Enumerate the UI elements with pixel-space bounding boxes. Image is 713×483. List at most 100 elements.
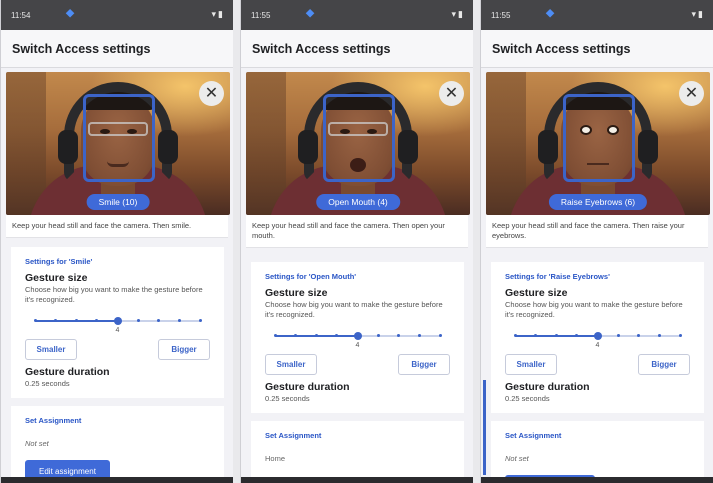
- gesture-size-slider[interactable]: 4: [273, 328, 442, 349]
- navigation-bar: [1, 477, 233, 483]
- gesture-chip: Open Mouth (4): [316, 194, 400, 210]
- section-divider: [491, 413, 704, 422]
- gesture-size-label: Gesture size: [265, 287, 328, 299]
- smaller-button[interactable]: Smaller: [25, 338, 77, 360]
- settings-heading: Settings for 'Open Mouth': [265, 272, 357, 281]
- gesture-duration-label: Gesture duration: [505, 380, 590, 393]
- slider-tick: [376, 333, 380, 337]
- slider-value: 4: [355, 341, 360, 349]
- slider-tick: [513, 333, 517, 337]
- slider-tick: [534, 333, 538, 337]
- slider-tick: [74, 318, 78, 322]
- assignment-value: Home: [265, 454, 286, 464]
- gesture-settings-card: Settings for 'Smile' Gesture size Choose…: [11, 247, 224, 483]
- phone-screen-open-mouth: 11:55 ⯁ ▾▮ Switch Access settings ✕ Open…: [240, 0, 473, 483]
- page-title: Switch Access settings: [1, 30, 233, 68]
- gesture-size-slider[interactable]: 4: [33, 313, 202, 334]
- switch-access-icon: ⯁: [305, 7, 315, 21]
- smaller-button[interactable]: Smaller: [505, 353, 557, 375]
- phone-screen-smile: 11:54 ⯁ ▾▮ Switch Access settings ✕ Smil…: [0, 0, 233, 483]
- status-bar: 11:54 ⯁ ▾▮: [1, 0, 233, 30]
- switch-access-icon: ⯁: [545, 7, 555, 21]
- gesture-chip: Raise Eyebrows (6): [548, 194, 648, 210]
- slider-tick: [616, 333, 620, 337]
- camera-preview: ✕ Raise Eyebrows (6): [486, 72, 710, 215]
- gesture-settings-card: Settings for 'Raise Eyebrows' Gesture si…: [491, 262, 704, 483]
- smaller-button[interactable]: Smaller: [265, 353, 317, 375]
- gesture-size-label: Gesture size: [505, 287, 568, 299]
- section-divider: [11, 398, 224, 407]
- bigger-button[interactable]: Bigger: [158, 338, 210, 360]
- gesture-duration-value: 0.25 seconds: [265, 393, 310, 403]
- slider-tick: [157, 318, 161, 322]
- status-time: 11:55: [491, 10, 511, 20]
- slider-tick: [177, 318, 181, 322]
- slider-tick: [116, 318, 119, 322]
- gesture-size-description: Choose how big you want to make the gest…: [25, 285, 203, 304]
- slider-value: 4: [595, 341, 600, 349]
- wifi-battery-icon: ▾▮: [451, 9, 465, 19]
- gesture-settings-card: Settings for 'Open Mouth' Gesture size C…: [251, 262, 464, 483]
- slider-tick: [33, 318, 37, 322]
- gesture-size-label: Gesture size: [25, 272, 88, 284]
- assignment-heading: Set Assignment: [265, 431, 322, 441]
- instruction-text: Keep your head still and face the camera…: [486, 215, 708, 249]
- switch-access-icon: ⯁: [65, 7, 75, 21]
- camera-preview: ✕ Open Mouth (4): [246, 72, 470, 215]
- gesture-size-description: Choose how big you want to make the gest…: [505, 300, 683, 319]
- slider-tick: [417, 333, 421, 337]
- assignment-heading: Set Assignment: [25, 416, 82, 426]
- camera-preview: ✕ Smile (10): [6, 72, 230, 215]
- settings-heading: Settings for 'Raise Eyebrows': [505, 272, 610, 281]
- gesture-chip: Smile (10): [86, 194, 150, 210]
- close-icon[interactable]: ✕: [439, 81, 464, 106]
- instruction-text: Keep your head still and face the camera…: [246, 215, 468, 249]
- close-icon[interactable]: ✕: [199, 81, 224, 106]
- slider-tick: [637, 333, 641, 337]
- face-detection-box: [323, 94, 395, 182]
- bigger-button[interactable]: Bigger: [398, 353, 450, 375]
- slider-tick: [397, 333, 401, 337]
- instruction-text: Keep your head still and face the camera…: [6, 215, 228, 239]
- gesture-size-slider[interactable]: 4: [513, 328, 682, 349]
- slider-tick: [438, 333, 442, 337]
- gesture-duration-label: Gesture duration: [25, 365, 110, 378]
- slider-value: 4: [115, 326, 120, 334]
- close-icon[interactable]: ✕: [679, 81, 704, 106]
- page-title: Switch Access settings: [481, 30, 713, 68]
- settings-heading: Settings for 'Smile': [25, 257, 93, 266]
- status-bar: 11:55 ⯁ ▾▮: [481, 0, 713, 30]
- bigger-button[interactable]: Bigger: [638, 353, 690, 375]
- slider-tick: [314, 333, 318, 337]
- gesture-size-description: Choose how big you want to make the gest…: [265, 300, 443, 319]
- slider-tick: [657, 333, 661, 337]
- status-bar: 11:55 ⯁ ▾▮: [241, 0, 473, 30]
- status-time: 11:55: [251, 10, 271, 20]
- slider-tick: [136, 318, 140, 322]
- phone-screen-raise-eyebrows: 11:55 ⯁ ▾▮ Switch Access settings ✕ Rais…: [480, 0, 713, 483]
- face-detection-box: [83, 94, 155, 182]
- gesture-duration-value: 0.25 seconds: [505, 393, 550, 403]
- page-title: Switch Access settings: [241, 30, 473, 68]
- slider-tick: [596, 333, 599, 337]
- wifi-battery-icon: ▾▮: [691, 9, 705, 19]
- slider-tick: [678, 333, 682, 337]
- section-divider: [251, 413, 464, 422]
- wifi-battery-icon: ▾▮: [211, 9, 225, 19]
- face-detection-box: [563, 94, 635, 182]
- slider-tick: [273, 333, 277, 337]
- gesture-duration-label: Gesture duration: [265, 380, 350, 393]
- assignment-value: Not set: [25, 439, 49, 449]
- assignment-heading: Set Assignment: [505, 431, 562, 441]
- assignment-value: Not set: [505, 454, 529, 464]
- slider-tick: [54, 318, 58, 322]
- navigation-bar: [481, 477, 713, 483]
- slider-tick: [294, 333, 298, 337]
- slider-tick: [198, 318, 202, 322]
- slider-tick: [554, 333, 558, 337]
- status-time: 11:54: [11, 10, 31, 20]
- navigation-bar: [241, 477, 473, 483]
- scrollbar[interactable]: [483, 380, 486, 475]
- slider-tick: [356, 333, 359, 337]
- gesture-duration-value: 0.25 seconds: [25, 378, 70, 388]
